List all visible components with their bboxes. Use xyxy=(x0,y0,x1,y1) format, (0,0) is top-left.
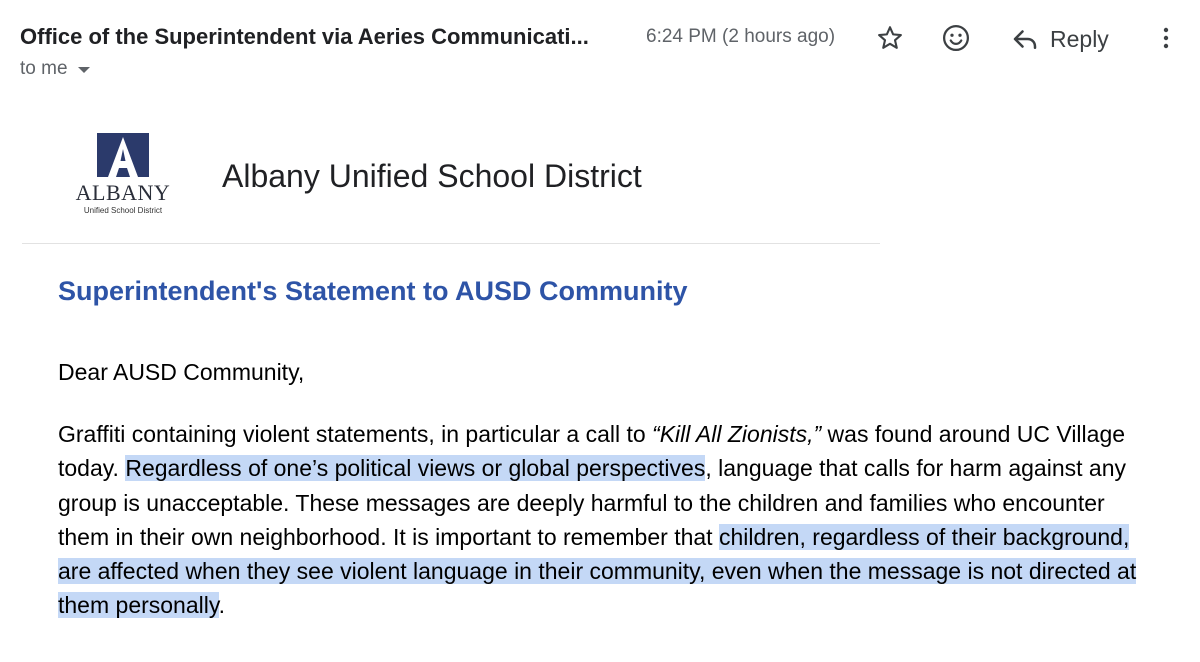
statement-title: Superintendent's Statement to AUSD Commu… xyxy=(58,276,688,306)
caret-down-icon xyxy=(77,67,90,73)
quoted-graffiti: “Kill All Zionists,” xyxy=(652,421,822,447)
recipient-toggle[interactable]: to me xyxy=(20,58,90,80)
highlighted-text[interactable]: Regardless of one’s political views or g… xyxy=(125,455,706,482)
greeting: Dear AUSD Community, xyxy=(58,359,305,385)
more-options-button[interactable] xyxy=(1150,22,1182,54)
add-reaction-button[interactable] xyxy=(940,22,972,54)
logo-wordmark: ALBANY xyxy=(75,180,171,205)
smiley-icon xyxy=(943,25,969,51)
email-header: Office of the Superintendent via Aeries … xyxy=(0,0,1200,90)
recipient-label: to me xyxy=(20,58,68,79)
reply-button[interactable]: Reply xyxy=(1010,22,1109,56)
reply-icon xyxy=(1013,30,1037,49)
timestamp: 6:24 PM (2 hours ago) xyxy=(646,26,836,47)
letter-a-logo-icon xyxy=(97,133,149,177)
more-vert-icon xyxy=(1163,27,1169,49)
logo-subtext: Unified School District xyxy=(83,206,163,215)
paragraph-text: . xyxy=(218,592,226,619)
statement-paragraph: Graffiti containing violent statements, … xyxy=(58,417,1138,623)
star-icon xyxy=(878,26,902,49)
district-name: Albany Unified School District xyxy=(222,158,642,194)
reply-label: Reply xyxy=(1050,25,1109,52)
paragraph-text: Graffiti containing violent statements, … xyxy=(58,421,653,447)
divider xyxy=(22,243,880,244)
star-button[interactable] xyxy=(874,22,906,54)
sender-name[interactable]: Office of the Superintendent via Aeries … xyxy=(20,24,632,50)
district-logo: ALBANY Unified School District xyxy=(72,130,174,220)
